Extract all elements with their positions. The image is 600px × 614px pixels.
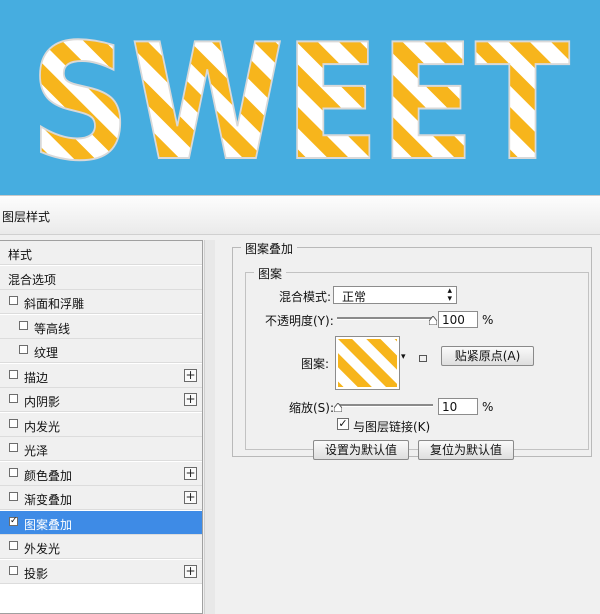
checkmark-icon: ✓: [338, 417, 348, 430]
opacity-input[interactable]: 100: [438, 311, 478, 328]
sidebar-item[interactable]: 渐变叠加 +: [0, 486, 202, 510]
sidebar-item-checkbox[interactable]: [9, 369, 18, 379]
sidebar-item-label: 纹理: [34, 346, 59, 360]
sidebar-item-label: 混合选项: [8, 272, 57, 287]
sidebar-item-label: 颜色叠加: [24, 468, 73, 483]
pattern-overlay-title: 图案叠加: [241, 240, 298, 257]
add-effect-icon[interactable]: +: [184, 466, 197, 480]
sweet-text: SWEET: [30, 9, 570, 195]
new-preset-icon[interactable]: [419, 355, 427, 362]
sidebar-item-label: 外发光: [24, 542, 61, 556]
pattern-subgroup-title: 图案: [254, 265, 287, 282]
canvas-preview: SWEET: [0, 0, 600, 195]
sidebar-item-label: 描边: [24, 370, 49, 385]
sidebar-item[interactable]: 外发光: [0, 535, 202, 559]
sidebar-item[interactable]: ✓ 图案叠加: [0, 510, 202, 535]
sidebar-item[interactable]: 投影 +: [0, 559, 202, 584]
sidebar-item-checkbox[interactable]: [9, 492, 18, 501]
add-effect-icon[interactable]: +: [184, 564, 197, 578]
opacity-slider-track[interactable]: [337, 317, 433, 320]
sidebar-item-label: 内阴影: [24, 395, 61, 409]
dialog-title: 图层样式: [2, 210, 51, 224]
sidebar-item[interactable]: 颜色叠加 +: [0, 461, 202, 486]
add-effect-icon[interactable]: +: [184, 491, 197, 504]
add-effect-icon[interactable]: +: [184, 393, 197, 406]
sidebar-item[interactable]: 混合选项: [0, 265, 202, 290]
sidebar-item-label: 样式: [8, 248, 33, 262]
scale-label: 缩放(S):: [289, 401, 335, 415]
sidebar-item-checkbox[interactable]: [9, 467, 18, 477]
sidebar-item[interactable]: 描边 +: [0, 363, 202, 388]
sidebar-item-checkbox[interactable]: [19, 345, 28, 354]
sidebar-item[interactable]: 内发光: [0, 412, 202, 437]
blend-mode-value: 正常: [342, 290, 367, 304]
sidebar-item[interactable]: 纹理: [0, 339, 202, 363]
link-with-layer-checkbox[interactable]: ✓: [337, 418, 349, 430]
sidebar-item-label: 光泽: [24, 444, 49, 458]
reset-to-default-button[interactable]: 复位为默认值: [418, 440, 514, 460]
sidebar-item-label: 内发光: [24, 419, 61, 434]
stripe-pattern-preview: [338, 339, 397, 387]
sidebar-item[interactable]: 光泽: [0, 437, 202, 461]
sidebar-item-label: 斜面和浮雕: [24, 297, 85, 311]
pattern-swatch[interactable]: [335, 336, 400, 390]
scale-slider-track[interactable]: [337, 404, 433, 407]
opacity-unit: %: [482, 313, 494, 327]
sidebar-item-label: 渐变叠加: [24, 493, 73, 507]
pattern-overlay-group: 图案叠加 图案 混合模式: 正常 ▴▾ 不透明度(Y): 100 % 图案:: [232, 240, 592, 457]
sidebar-item[interactable]: 样式: [0, 241, 202, 265]
blend-mode-select[interactable]: 正常 ▴ ▾: [333, 286, 457, 304]
sidebar-item[interactable]: 斜面和浮雕: [0, 290, 202, 314]
blend-mode-label: 混合模式:: [279, 290, 332, 304]
scale-unit: %: [482, 400, 494, 414]
sidebar-item[interactable]: 内阴影 +: [0, 388, 202, 412]
make-default-button[interactable]: 设置为默认值: [313, 440, 409, 460]
sidebar-item-label: 等高线: [34, 321, 71, 336]
sidebar-item-label: 图案叠加: [24, 517, 73, 532]
sidebar-item-checkbox[interactable]: [9, 394, 18, 403]
sidebar-item-checkbox[interactable]: [19, 320, 28, 330]
sidebar-item-checkbox[interactable]: [9, 443, 18, 452]
pattern-label: 图案:: [301, 357, 330, 371]
sweet-text-art: SWEET: [29, 8, 571, 195]
snap-to-origin-button[interactable]: 贴紧原点(A): [441, 346, 534, 366]
sidebar-item[interactable]: 等高线: [0, 314, 202, 339]
scale-slider-thumb[interactable]: [333, 403, 342, 412]
style-list: 样式混合选项斜面和浮雕等高线纹理描边 + 内阴影 + 内发光光泽颜色叠加 + 渐变叠加 + ✓ 图…: [0, 240, 203, 614]
sidebar-item-label: 投影: [24, 566, 49, 581]
sidebar-item-checkbox[interactable]: [9, 296, 18, 305]
sidebar-item-checkbox[interactable]: [9, 418, 18, 428]
select-arrows-icon: ▴ ▾: [447, 286, 452, 304]
dialog-titlebar[interactable]: 图层样式: [0, 195, 600, 235]
style-list-scrollbar[interactable]: [204, 240, 215, 614]
pattern-dropdown-icon[interactable]: ▾: [401, 352, 406, 362]
opacity-label: 不透明度(Y):: [265, 314, 334, 328]
sidebar-item-checkbox[interactable]: [9, 565, 18, 575]
scale-input[interactable]: 10: [438, 398, 478, 415]
sidebar-item-checkbox[interactable]: ✓: [9, 516, 18, 526]
link-with-layer-label: 与图层链接(K): [353, 420, 431, 434]
add-effect-icon[interactable]: +: [184, 368, 197, 382]
sidebar-item-checkbox[interactable]: [9, 541, 18, 550]
pattern-overlay-panel: 图案叠加 图案 混合模式: 正常 ▴▾ 不透明度(Y): 100 % 图案:: [232, 240, 600, 614]
style-list-sidebar: 样式混合选项斜面和浮雕等高线纹理描边 + 内阴影 + 内发光光泽颜色叠加 + 渐变叠加 + ✓ 图…: [0, 240, 215, 614]
opacity-slider-thumb[interactable]: [429, 316, 437, 325]
